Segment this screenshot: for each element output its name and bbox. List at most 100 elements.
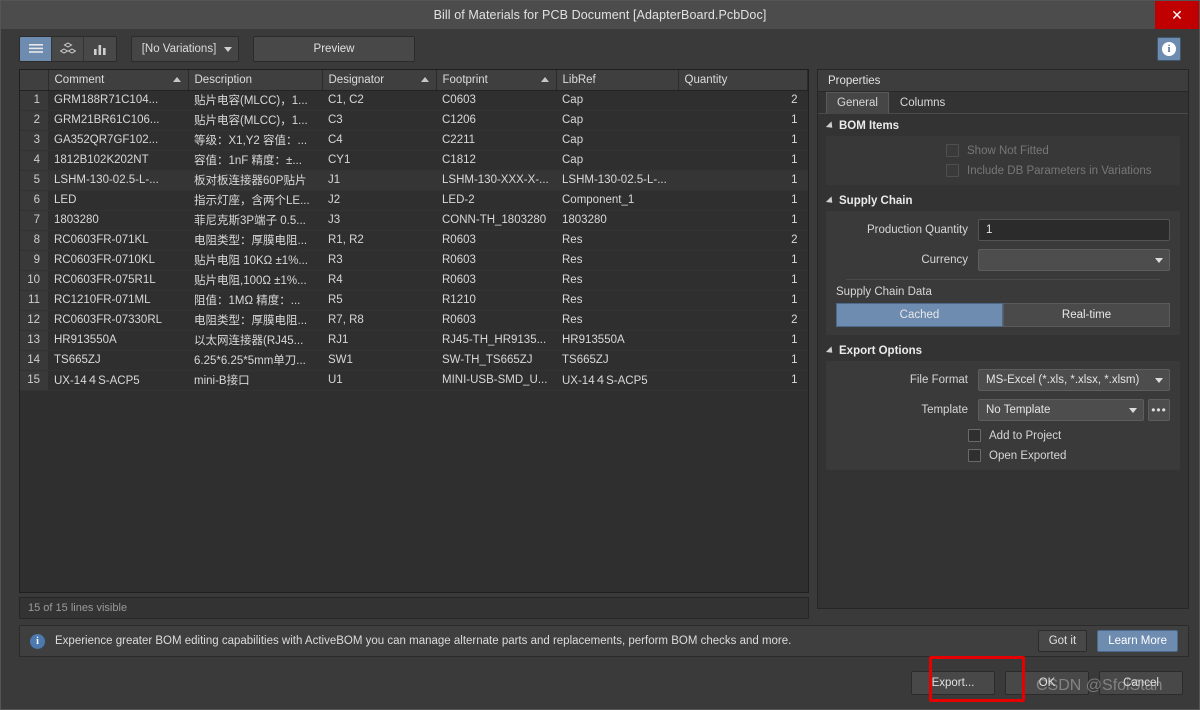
table-row[interactable]: 6 LED 指示灯座，含两个LE... J2 LED-2 Component_1 1: [20, 190, 808, 211]
cell-libref: Res: [556, 250, 678, 271]
variations-dropdown[interactable]: [No Variations]: [131, 36, 239, 62]
sort-ascending-icon: [540, 77, 549, 82]
cell-libref: HR913550A: [556, 330, 678, 351]
template-browse-button[interactable]: •••: [1148, 399, 1170, 421]
cell-description: 贴片电阻,100Ω ±1%...: [188, 270, 322, 291]
cell-quantity: 1: [678, 370, 808, 391]
got-it-button[interactable]: Got it: [1037, 630, 1088, 652]
cell-comment: LED: [48, 190, 188, 211]
table-row[interactable]: 2 GRM21BR61C106... 贴片电容(MLCC)，1... C3 C1206 C…: [20, 110, 808, 131]
include-db-params-row[interactable]: Include DB Parameters in Variations: [836, 164, 1170, 177]
column-header-footprint[interactable]: Footprint: [436, 70, 557, 91]
section-bom-items: BOM Items: [818, 114, 1188, 136]
cell-description: 以太网连接器(RJ45...: [188, 330, 322, 351]
cell-index: 14: [20, 350, 48, 371]
cell-footprint: C1206: [436, 110, 556, 131]
bom-table-pane: Comment Description Designator Footprint: [19, 69, 809, 619]
chart-view-icon[interactable]: [84, 37, 116, 61]
show-not-fitted-checkbox[interactable]: [946, 144, 959, 157]
cell-comment: RC0603FR-07330RL: [48, 310, 188, 331]
table-row[interactable]: 7 1803280 菲尼克斯3P端子 0.5... J3 CONN-TH_1803280…: [20, 210, 808, 231]
table-row[interactable]: 3 GA352QR7GF102... 等级：X1,Y2 容值：... C4 C2211 C…: [20, 130, 808, 151]
open-exported-checkbox[interactable]: [968, 449, 981, 462]
cell-footprint: SW-TH_TS665ZJ: [436, 350, 556, 371]
tab-general[interactable]: General: [826, 92, 889, 114]
column-header-index[interactable]: [20, 70, 49, 91]
template-dropdown[interactable]: No Template: [978, 399, 1144, 421]
table-row[interactable]: 11 RC1210FR-071ML 阻值：1MΩ 精度：... R5 R1210 Res 1: [20, 290, 808, 311]
tab-columns[interactable]: Columns: [889, 92, 956, 113]
file-format-label: File Format: [909, 374, 968, 386]
include-db-params-checkbox[interactable]: [946, 164, 959, 177]
cell-libref: LSHM-130-02.5-L-...: [556, 170, 678, 191]
cell-description: 等级：X1,Y2 容值：...: [188, 130, 322, 151]
cancel-button[interactable]: Cancel: [1099, 671, 1183, 695]
cell-footprint: C2211: [436, 130, 556, 151]
grid-status-bar: 15 of 15 lines visible: [19, 597, 809, 619]
table-row[interactable]: 12 RC0603FR-07330RL 电阻类型：厚膜电阻... R7, R8 R060…: [20, 310, 808, 331]
table-row[interactable]: 10 RC0603FR-075R1L 贴片电阻,100Ω ±1%... R4 R0603…: [20, 270, 808, 291]
show-not-fitted-row[interactable]: Show Not Fitted: [836, 144, 1170, 157]
table-row[interactable]: 5 LSHM-130-02.5-L-... 板对板连接器60P贴片 J1 LSHM-13…: [20, 170, 808, 191]
grouped-view-icon[interactable]: [52, 37, 84, 61]
notification-text: Experience greater BOM editing capabilit…: [55, 635, 792, 647]
realtime-button[interactable]: Real-time: [1003, 303, 1170, 327]
cell-quantity: 1: [678, 150, 808, 171]
table-row[interactable]: 9 RC0603FR-0710KL 贴片电阻 10KΩ ±1%... R3 R0603 R…: [20, 250, 808, 271]
ok-button[interactable]: OK: [1005, 671, 1089, 695]
column-header-quantity[interactable]: Quantity: [678, 70, 808, 91]
table-row[interactable]: 15 UX-14４S-ACP5 mini-B接口 U1 MINI-USB-SMD_U..…: [20, 370, 808, 391]
file-format-dropdown[interactable]: MS-Excel (*.xls, *.xlsx, *.xlsm): [978, 369, 1170, 391]
collapse-triangle-icon[interactable]: [825, 121, 836, 131]
learn-more-button[interactable]: Learn More: [1097, 630, 1178, 652]
currency-dropdown[interactable]: [978, 249, 1170, 271]
bom-dialog-window: Bill of Materials for PCB Document [Adap…: [0, 0, 1200, 710]
preview-button[interactable]: Preview: [253, 36, 415, 62]
collapse-triangle-icon[interactable]: [825, 196, 836, 206]
production-quantity-input[interactable]: 1: [978, 219, 1170, 241]
cell-footprint: C1812: [436, 150, 556, 171]
cell-index: 6: [20, 190, 48, 211]
cell-quantity: 1: [678, 290, 808, 311]
column-header-libref[interactable]: LibRef: [556, 70, 679, 91]
column-header-comment[interactable]: Comment: [48, 70, 189, 91]
cell-designator: R7, R8: [322, 310, 436, 331]
column-header-description[interactable]: Description: [188, 70, 323, 91]
file-format-value: MS-Excel (*.xls, *.xlsx, *.xlsm): [986, 374, 1140, 386]
cached-button[interactable]: Cached: [836, 303, 1003, 327]
cell-footprint: C0603: [436, 90, 556, 111]
column-header-designator[interactable]: Designator: [322, 70, 437, 91]
list-view-icon[interactable]: [20, 37, 52, 61]
table-row[interactable]: 4 1812B102K202NT 容值：1nF 精度：±... CY1 C1812 Cap…: [20, 150, 808, 171]
cell-footprint: R0603: [436, 270, 556, 291]
table-row[interactable]: 1 GRM188R71C104... 贴片电容(MLCC)，1... C1, C2 C0…: [20, 90, 808, 111]
cell-designator: SW1: [322, 350, 436, 371]
cell-description: 板对板连接器60P贴片: [188, 170, 322, 191]
template-label: Template: [921, 404, 968, 416]
cell-index: 4: [20, 150, 48, 171]
cell-designator: R4: [322, 270, 436, 291]
bom-table: Comment Description Designator Footprint: [20, 70, 808, 391]
cell-footprint: R0603: [436, 250, 556, 271]
supply-chain-data-toggle: Cached Real-time: [836, 303, 1170, 327]
table-row[interactable]: 13 HR913550A 以太网连接器(RJ45... RJ1 RJ45-TH_HR91…: [20, 330, 808, 351]
export-button[interactable]: Export...: [911, 671, 995, 695]
cell-comment: RC0603FR-0710KL: [48, 250, 188, 271]
cell-designator: U1: [322, 370, 436, 391]
info-button[interactable]: i: [1157, 37, 1181, 61]
properties-panel: Properties General Columns BOM Items Sho…: [817, 69, 1189, 609]
cell-index: 9: [20, 250, 48, 271]
cell-libref: Res: [556, 270, 678, 291]
cell-designator: J3: [322, 210, 436, 231]
table-row[interactable]: 14 TS665ZJ 6.25*6.25*5mm单刀... SW1 SW-TH_TS66…: [20, 350, 808, 371]
add-to-project-row[interactable]: Add to Project: [836, 429, 1170, 442]
open-exported-row[interactable]: Open Exported: [836, 449, 1170, 462]
add-to-project-checkbox[interactable]: [968, 429, 981, 442]
collapse-triangle-icon[interactable]: [825, 346, 836, 356]
cell-libref: Res: [556, 310, 678, 331]
file-format-row: File Format MS-Excel (*.xls, *.xlsx, *.x…: [836, 369, 1170, 391]
close-icon[interactable]: ✕: [1155, 1, 1199, 29]
cell-libref: UX-14４S-ACP5: [556, 370, 678, 391]
cell-designator: CY1: [322, 150, 436, 171]
table-row[interactable]: 8 RC0603FR-071KL 电阻类型：厚膜电阻... R1, R2 R0603 Re…: [20, 230, 808, 251]
